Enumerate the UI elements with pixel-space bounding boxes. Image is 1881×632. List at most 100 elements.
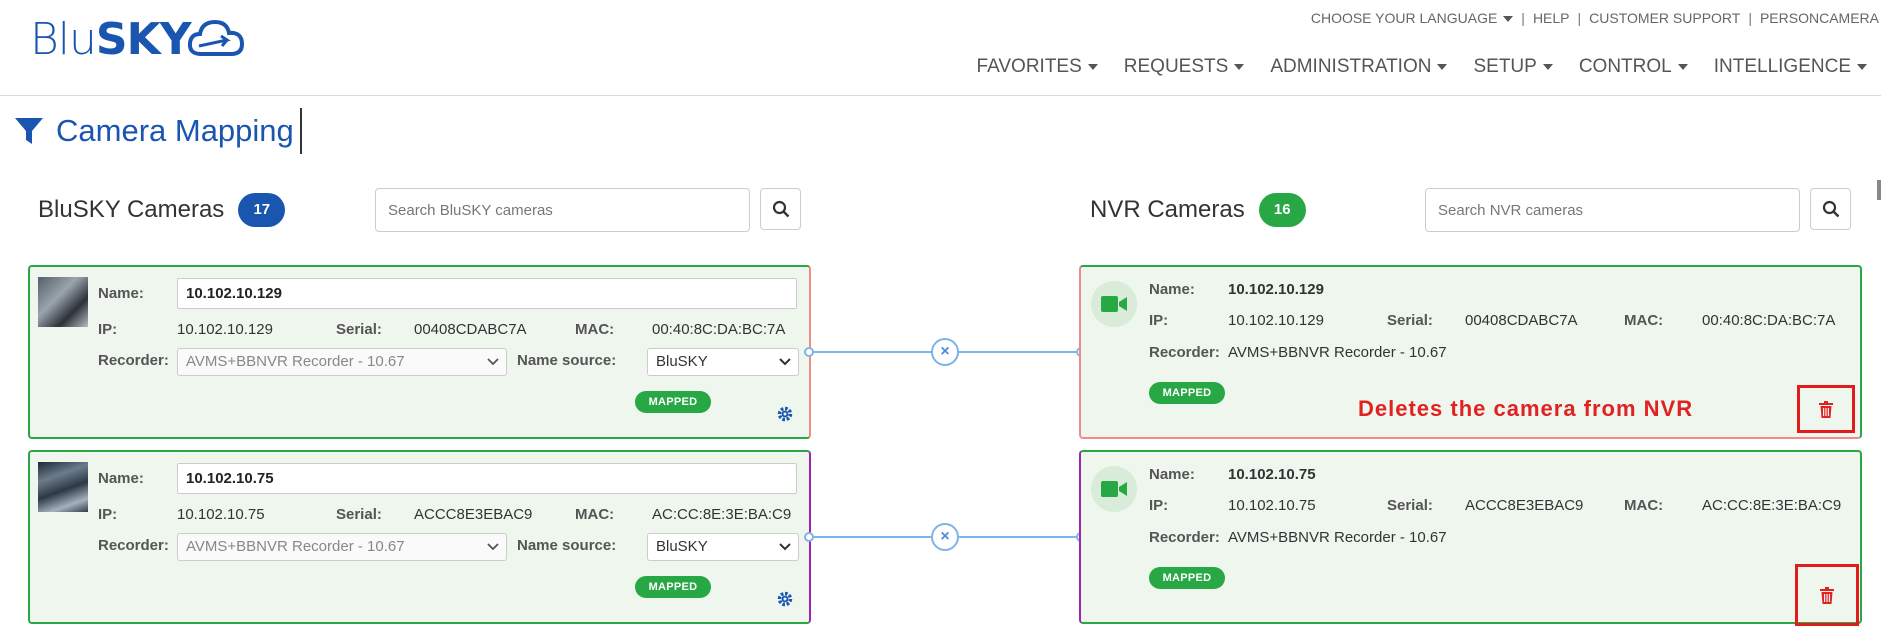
recorder-label: Recorder:: [1149, 344, 1220, 361]
serial-label: Serial:: [336, 506, 382, 523]
header-divider: [0, 95, 1881, 96]
gear-icon[interactable]: [776, 590, 794, 608]
camera-avatar: [1091, 466, 1137, 512]
name-source-select[interactable]: BluSKY: [647, 348, 799, 376]
caret-down-icon: [1677, 64, 1688, 70]
language-label: CHOOSE YOUR LANGUAGE: [1310, 10, 1498, 26]
caret-down-icon: [1437, 64, 1448, 70]
mac-value: AC:CC:8E:3E:BA:C9: [652, 506, 792, 523]
main-nav: FAVORITES REQUESTS ADMINISTRATION SETUP …: [951, 56, 1867, 78]
mac-label: MAC:: [1624, 312, 1664, 329]
bluesky-cameras-header: BluSKY Cameras 17: [38, 188, 286, 232]
language-selector[interactable]: CHOOSE YOUR LANGUAGE: [1303, 10, 1521, 26]
camera-name-input[interactable]: 10.102.10.129: [177, 278, 797, 309]
bluesky-search-input[interactable]: [375, 188, 750, 232]
logo-blu: Blu: [30, 13, 97, 65]
unmap-button[interactable]: ×: [931, 338, 959, 366]
mapped-badge: MAPPED: [635, 576, 711, 598]
ip-value: 10.102.10.129: [1228, 312, 1324, 329]
nvr-camera-card[interactable]: Name: 10.102.10.75 IP: 10.102.10.75 Seri…: [1079, 450, 1862, 626]
logo-sky: SKY: [95, 13, 192, 65]
recorder-value: AVMS+BBNVR Recorder - 10.67: [1228, 529, 1447, 546]
scrollbar[interactable]: [1877, 180, 1881, 200]
nav-control[interactable]: CONTROL: [1579, 56, 1688, 78]
serial-value: ACCC8E3EBAC9: [1465, 497, 1584, 514]
chevron-down-icon: [779, 543, 791, 551]
page-header: Camera Mapping: [14, 108, 302, 154]
close-icon: ×: [940, 528, 950, 545]
camera-name-input[interactable]: 10.102.10.75: [177, 463, 797, 494]
bluesky-camera-card[interactable]: Name: 10.102.10.75 IP: 10.102.10.75 Seri…: [28, 450, 811, 624]
text-cursor: [299, 108, 302, 154]
mapped-badge: MAPPED: [1149, 382, 1225, 404]
nav-favorites[interactable]: FAVORITES: [977, 56, 1098, 78]
trash-icon: [1819, 400, 1833, 418]
recorder-select[interactable]: AVMS+BBNVR Recorder - 10.67: [177, 533, 507, 561]
search-icon: [772, 200, 789, 218]
ip-value: 10.102.10.75: [177, 506, 265, 523]
nvr-search-button[interactable]: [1810, 188, 1851, 230]
gear-icon[interactable]: [776, 405, 794, 423]
serial-label: Serial:: [336, 321, 382, 338]
nav-label: REQUESTS: [1123, 56, 1229, 77]
bluesky-logo[interactable]: BluSKY: [30, 13, 245, 65]
recorder-label: Recorder:: [98, 537, 169, 554]
caret-down-icon: [1503, 16, 1514, 23]
nav-label: CONTROL: [1578, 56, 1672, 77]
nav-setup[interactable]: SETUP: [1473, 56, 1553, 78]
name-label: Name:: [98, 470, 144, 487]
bluesky-camera-card[interactable]: Name: 10.102.10.129 IP: 10.102.10.129 Se…: [28, 265, 811, 439]
filter-icon[interactable]: [14, 116, 44, 146]
mac-value: AC:CC:8E:3E:BA:C9: [1702, 497, 1842, 514]
name-source-value: BluSKY: [656, 538, 708, 555]
camera-name: 10.102.10.129: [1228, 281, 1324, 298]
bluesky-cameras-title: BluSKY Cameras: [38, 196, 225, 223]
search-icon: [1822, 200, 1839, 218]
mapped-badge: MAPPED: [1149, 567, 1225, 589]
delete-camera-button[interactable]: [1797, 385, 1855, 433]
chevron-down-icon: [779, 358, 791, 366]
recorder-label: Recorder:: [98, 352, 169, 369]
customer-support-link[interactable]: CUSTOMER SUPPORT: [1581, 10, 1748, 26]
mapped-badge: MAPPED: [635, 391, 711, 413]
trash-icon: [1820, 586, 1834, 604]
name-label: Name:: [98, 285, 144, 302]
page-title: Camera Mapping: [56, 113, 294, 148]
close-icon: ×: [940, 343, 950, 360]
serial-value: 00408CDABC7A: [1465, 312, 1578, 329]
recorder-label: Recorder:: [1149, 529, 1220, 546]
ip-label: IP:: [98, 506, 118, 523]
nav-label: FAVORITES: [976, 56, 1082, 77]
bluesky-count-badge: 17: [238, 193, 286, 227]
video-camera-icon: [1101, 481, 1127, 497]
caret-down-icon: [1542, 64, 1553, 70]
nav-label: SETUP: [1473, 56, 1537, 77]
serial-value: 00408CDABC7A: [414, 321, 527, 338]
unmap-button[interactable]: ×: [931, 523, 959, 551]
recorder-value: AVMS+BBNVR Recorder - 10.67: [186, 538, 405, 555]
nav-label: ADMINISTRATION: [1270, 56, 1432, 77]
mac-label: MAC:: [575, 321, 615, 338]
connector-endpoint[interactable]: [804, 347, 814, 357]
bluesky-search-button[interactable]: [760, 188, 801, 230]
caret-down-icon: [1087, 64, 1098, 70]
camera-name: 10.102.10.75: [1228, 466, 1316, 483]
nav-intelligence[interactable]: INTELLIGENCE: [1714, 56, 1867, 78]
serial-label: Serial:: [1387, 312, 1433, 329]
caret-down-icon: [1234, 64, 1245, 70]
delete-camera-button[interactable]: [1795, 564, 1859, 626]
name-source-select[interactable]: BluSKY: [647, 533, 799, 561]
video-camera-icon: [1101, 296, 1127, 312]
connector-endpoint[interactable]: [804, 532, 814, 542]
nvr-search-input[interactable]: [1425, 188, 1800, 232]
help-link[interactable]: HELP: [1525, 10, 1578, 26]
nav-administration[interactable]: ADMINISTRATION: [1270, 56, 1448, 78]
chevron-down-icon: [487, 543, 499, 551]
user-menu[interactable]: PERSONCAMERA: [1752, 10, 1881, 26]
logo-text: BluSKY: [30, 13, 192, 65]
recorder-select[interactable]: AVMS+BBNVR Recorder - 10.67: [177, 348, 507, 376]
name-source-value: BluSKY: [656, 353, 708, 370]
ip-value: 10.102.10.129: [177, 321, 273, 338]
name-source-label: Name source:: [517, 352, 617, 369]
nav-requests[interactable]: REQUESTS: [1124, 56, 1245, 78]
